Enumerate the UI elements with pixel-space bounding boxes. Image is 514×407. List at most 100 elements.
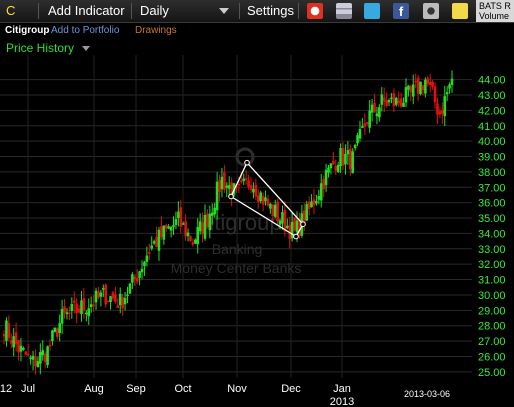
candle-body [179, 207, 183, 227]
candle-body [114, 294, 117, 302]
candle-body [181, 223, 185, 225]
y-tick-label: 41.00 [478, 121, 506, 133]
candle-body [332, 160, 335, 165]
candle-body [128, 283, 132, 294]
candle-body [206, 213, 209, 228]
candle-body [104, 284, 108, 305]
candle-body [109, 296, 112, 303]
candle-body [162, 225, 166, 240]
candle-body [329, 163, 333, 169]
candle-body [295, 220, 299, 233]
candle-body [344, 154, 347, 165]
candle-body [150, 245, 154, 249]
candle-body [101, 288, 105, 290]
candle-body [43, 353, 47, 362]
candle-body [315, 200, 318, 204]
candle-body [145, 255, 149, 262]
candle-body [31, 355, 35, 360]
y-tick-label: 31.00 [478, 275, 506, 287]
candle-body [46, 346, 49, 366]
x-tick-label: Jan [333, 383, 351, 395]
y-axis: 44.00 43.00 42.00 41.00 40.00 39.00 38.00 37.00… [478, 75, 506, 379]
x-tick-label: 12 [0, 383, 12, 395]
candle-body [94, 290, 98, 303]
candle-body [271, 204, 275, 216]
candle-body [106, 300, 110, 303]
candle-body [194, 239, 197, 244]
candle-body [244, 178, 248, 180]
candle-body [26, 353, 30, 356]
y-tick-label: 29.00 [478, 305, 506, 317]
candle-body [305, 204, 309, 221]
candle-body [58, 323, 61, 333]
candle-body [433, 86, 437, 103]
candle-body [48, 345, 52, 347]
price-chart[interactable]: citigroup Banking Money Center Banks 44.… [0, 0, 514, 407]
candle-body [17, 339, 20, 353]
price-history-title[interactable]: Price History [6, 40, 74, 56]
y-tick-label: 27.00 [478, 336, 506, 348]
candle-body [152, 241, 156, 244]
y-tick-label: 26.00 [478, 351, 506, 363]
candle-body [286, 225, 289, 228]
candle-body [203, 215, 207, 239]
candle-body [254, 184, 258, 197]
candle-body [22, 347, 25, 350]
y-tick-label: 36.00 [478, 198, 506, 210]
candle-body [131, 274, 134, 283]
candle-body [426, 78, 430, 85]
candle-body [281, 212, 284, 224]
candle-body [213, 207, 216, 215]
candle-body [225, 185, 229, 188]
candle-body [138, 271, 141, 278]
trendline-handle [300, 221, 306, 227]
candle-body [424, 79, 427, 94]
candle-body [14, 332, 18, 345]
chevron-down-icon[interactable] [82, 46, 90, 51]
candle-body [39, 351, 42, 364]
candle-body [351, 151, 355, 174]
candle-body [82, 298, 86, 311]
trendline-handle [228, 193, 234, 200]
candle-body [36, 361, 40, 368]
candle-body [87, 308, 91, 317]
x-tick-label: Aug [84, 383, 104, 395]
y-tick-label: 35.00 [478, 213, 506, 225]
candle-body [259, 192, 262, 202]
candle-body [273, 204, 277, 217]
candle-body [261, 195, 265, 205]
candle-body [317, 196, 321, 200]
candle-body [184, 221, 187, 237]
candle-body [201, 222, 204, 235]
candle-body [242, 178, 246, 181]
candle-body [327, 167, 330, 173]
y-tick-label: 32.00 [478, 259, 506, 271]
watermark-industry: Money Center Banks [171, 260, 302, 276]
candle-body [353, 144, 357, 149]
candle-body [419, 81, 422, 95]
y-tick-label: 28.00 [478, 321, 506, 333]
candle-body [191, 242, 195, 245]
candle-body [143, 261, 146, 267]
candle-body [70, 304, 74, 311]
candle-body [55, 328, 59, 337]
candle-body [256, 195, 260, 202]
candle-body [186, 232, 190, 237]
candle-body [322, 178, 325, 190]
y-tick-label: 42.00 [478, 105, 506, 117]
candle-body [189, 236, 192, 241]
y-tick-label: 43.00 [478, 90, 506, 102]
candle-body [223, 172, 226, 190]
candle-body [319, 183, 323, 201]
candle-body [53, 327, 57, 333]
y-tick-label: 37.00 [478, 182, 506, 194]
candle-body [118, 293, 122, 306]
candle-body [177, 211, 180, 219]
candle-body [411, 84, 415, 97]
candle-body [75, 303, 78, 314]
candle-body [227, 185, 231, 189]
candle-body [51, 330, 54, 342]
candle-body [68, 312, 71, 314]
candle-body [365, 122, 369, 125]
candle-body [307, 201, 311, 209]
